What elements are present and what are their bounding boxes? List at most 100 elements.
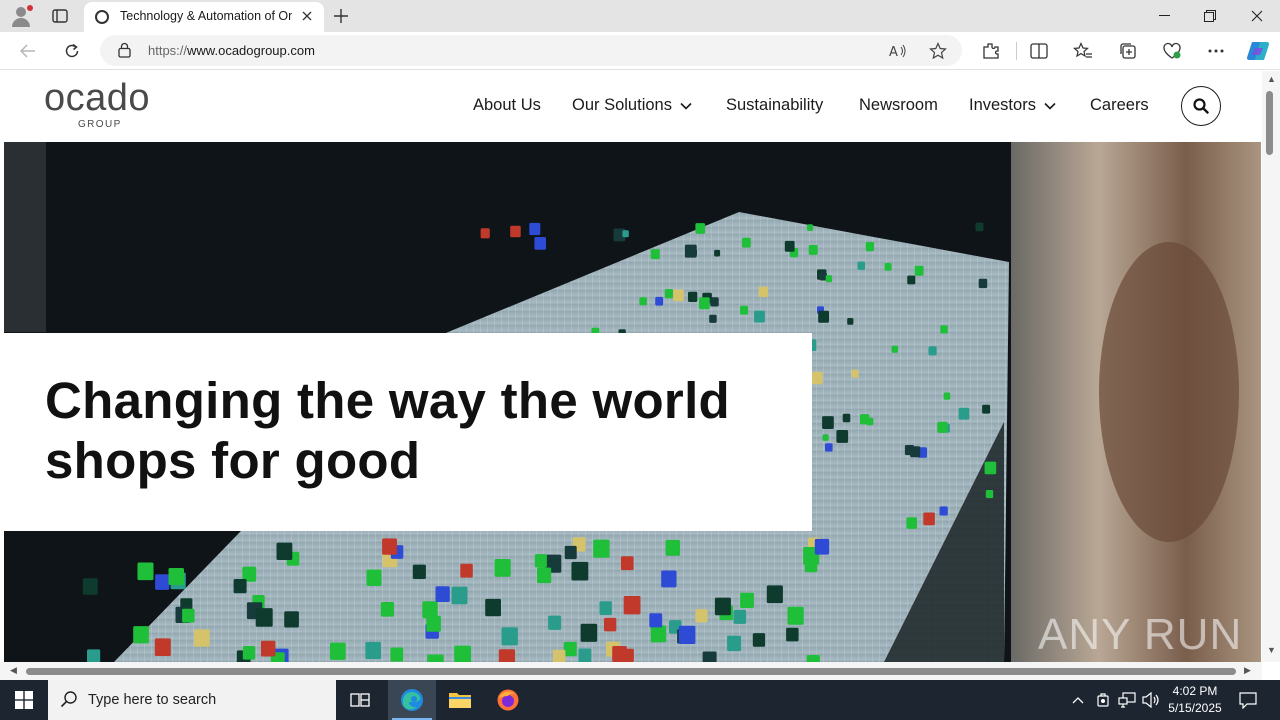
scroll-left-arrow-icon[interactable]: ◀ <box>10 665 17 676</box>
toolbar-separator <box>1016 42 1017 60</box>
horizontal-scrollbar[interactable]: ◀ ▶ <box>0 662 1262 680</box>
ocado-group-logo[interactable]: ocado GROUP <box>44 77 174 131</box>
hero-grid-cube <box>276 542 293 560</box>
hero-grid-cube <box>537 567 552 584</box>
back-icon[interactable] <box>14 37 42 65</box>
hero-grid-cube <box>330 642 346 660</box>
task-view-icon[interactable] <box>336 680 384 720</box>
taskbar-clock[interactable]: 4:02 PM 5/15/2025 <box>1162 683 1228 717</box>
collections-icon[interactable] <box>1114 37 1142 65</box>
hero-grid-cube <box>480 228 490 239</box>
new-tab-icon[interactable] <box>330 5 352 27</box>
close-window-icon[interactable] <box>1234 0 1280 32</box>
scroll-down-arrow-icon[interactable]: ▼ <box>1267 645 1276 655</box>
hero-grid-cube <box>382 538 397 555</box>
hero-grid-cube <box>710 297 719 307</box>
browser-toolbar: https://www.ocadogroup.com A <box>0 32 1280 70</box>
hero-grid-cube <box>740 592 754 608</box>
extensions-icon[interactable] <box>977 37 1005 65</box>
hero-grid-cube <box>714 249 721 257</box>
hero-grid-cube <box>884 263 892 271</box>
volume-icon[interactable] <box>1141 690 1161 710</box>
hero-grid-cube <box>742 237 751 248</box>
hero-grid-cube <box>553 649 566 662</box>
favorite-star-icon[interactable] <box>926 39 950 63</box>
hero-grid-cube <box>851 369 859 378</box>
site-search-button[interactable] <box>1181 86 1221 126</box>
hero-grid-cube <box>985 490 994 499</box>
url-text[interactable]: https://www.ocadogroup.com <box>148 43 315 58</box>
read-aloud-icon[interactable]: A <box>886 39 910 63</box>
hero-grid-cube <box>758 286 769 298</box>
favorites-icon[interactable] <box>1069 37 1097 65</box>
restore-icon[interactable] <box>1187 0 1233 32</box>
hero-grid-cube <box>943 392 951 400</box>
hero-grid-cube <box>699 297 710 310</box>
hero-grid-cube <box>233 579 247 594</box>
lock-icon[interactable] <box>118 42 131 63</box>
hero-grid-cube <box>365 641 381 660</box>
minimize-icon[interactable] <box>1141 0 1187 32</box>
hero-grid-cube <box>678 625 696 644</box>
hero-grid-cube <box>786 627 799 642</box>
hero-grid-cube <box>242 646 256 660</box>
hero-grid-cube <box>684 244 697 258</box>
more-options-icon[interactable] <box>1202 37 1230 65</box>
hero-grid-cube <box>958 407 970 420</box>
hero-grid-cube <box>814 538 830 555</box>
hero-grid-cube <box>822 434 829 441</box>
scroll-up-arrow-icon[interactable]: ▲ <box>1267 74 1276 84</box>
scroll-right-arrow-icon[interactable]: ▶ <box>1244 665 1251 676</box>
hero-grid-cube <box>534 554 547 568</box>
hero-grid-cube <box>655 296 664 306</box>
hero-grid-cube <box>485 598 501 617</box>
nav-careers[interactable]: Careers <box>1090 96 1149 115</box>
nav-investors[interactable]: Investors <box>969 96 1056 115</box>
vertical-scrollbar[interactable]: ▲ ▼ <box>1262 71 1280 662</box>
taskbar-search-placeholder: Type here to search <box>88 692 217 708</box>
file-explorer-icon[interactable] <box>436 680 484 720</box>
logo-wordmark: ocado <box>44 77 151 119</box>
tab-actions-icon[interactable] <box>50 7 70 25</box>
nav-sustainability[interactable]: Sustainability <box>726 96 823 115</box>
refresh-icon[interactable] <box>58 37 86 65</box>
network-icon[interactable] <box>1117 690 1137 710</box>
hero-grid-cube <box>501 627 518 646</box>
notifications-icon[interactable] <box>1238 690 1258 710</box>
hero-grid-cube <box>510 225 521 238</box>
browser-essentials-icon[interactable] <box>1158 37 1186 65</box>
windows-taskbar: Type here to search 4:02 PM 5/15/2025 <box>0 680 1280 720</box>
hero-grid-cube <box>571 561 589 581</box>
nav-label: About Us <box>473 96 541 114</box>
firefox-icon[interactable] <box>484 680 532 720</box>
hero-grid-cube <box>435 586 450 602</box>
nav-our-solutions[interactable]: Our Solutions <box>572 96 692 115</box>
hero-grid-cube <box>390 647 404 662</box>
anyrun-watermark: ANY RUN <box>1038 610 1243 659</box>
horizontal-scroll-thumb[interactable] <box>26 668 1236 675</box>
hero-grid-cube <box>454 645 471 662</box>
hero-grid-cube <box>534 237 546 250</box>
hero-grid-cube <box>593 539 610 558</box>
hero-grid-cube <box>808 245 818 255</box>
tray-app-icon[interactable] <box>1093 690 1113 710</box>
edge-taskbar-icon[interactable] <box>388 680 436 720</box>
nav-about-us[interactable]: About Us <box>473 96 541 115</box>
copilot-icon[interactable] <box>1244 37 1272 65</box>
hero-grid-cube <box>907 275 916 285</box>
vertical-scroll-thumb[interactable] <box>1266 91 1273 155</box>
hero-grid-cube <box>133 626 149 644</box>
hero-grid-cube <box>688 291 698 302</box>
windows-start-icon[interactable] <box>0 680 48 720</box>
hero-grid-cube <box>620 556 634 571</box>
split-screen-icon[interactable] <box>1025 37 1053 65</box>
tab-active[interactable]: Technology & Automation of Online Grocer… <box>84 2 324 32</box>
profile-avatar-icon[interactable] <box>8 4 34 30</box>
nav-newsroom[interactable]: Newsroom <box>859 96 938 115</box>
show-hidden-icons-chevron-icon[interactable] <box>1068 690 1088 710</box>
address-bar[interactable]: https://www.ocadogroup.com A <box>100 35 962 66</box>
search-icon <box>1193 98 1209 114</box>
tab-close-icon[interactable] <box>298 7 316 25</box>
taskbar-search-box[interactable]: Type here to search <box>48 680 336 720</box>
hero-grid-cube <box>650 249 660 260</box>
